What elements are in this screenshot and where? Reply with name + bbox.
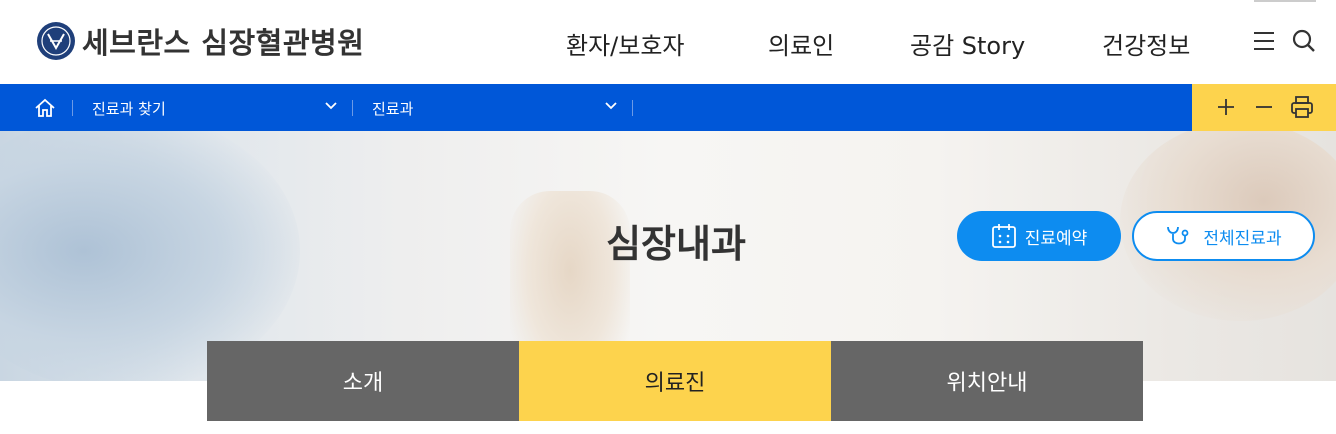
- print-icon[interactable]: [1290, 95, 1314, 119]
- reserve-button-label: 진료예약: [1024, 228, 1088, 249]
- logo-text: 세브란스 심장혈관병원: [82, 26, 365, 60]
- chevron-down-icon[interactable]: [604, 101, 618, 111]
- tab-location[interactable]: 위치안내: [831, 341, 1143, 421]
- department-tabs: 소개 의료진 위치안내: [207, 341, 1143, 421]
- page-tools: [1192, 84, 1336, 131]
- nav-medical-staff[interactable]: 의료인: [768, 26, 834, 61]
- menu-icon[interactable]: [1252, 31, 1276, 51]
- home-icon[interactable]: [34, 98, 56, 118]
- zoom-out-icon[interactable]: [1252, 95, 1276, 119]
- separator: [352, 100, 353, 116]
- nav-health-info[interactable]: 건강정보: [1102, 26, 1190, 61]
- chevron-down-icon[interactable]: [324, 101, 338, 111]
- separator: [72, 100, 73, 116]
- header-divider: [1254, 0, 1316, 2]
- separator: [632, 100, 633, 116]
- nav-patients[interactable]: 환자/보호자: [566, 26, 685, 61]
- stethoscope-icon: [1167, 226, 1189, 245]
- calendar-icon: [991, 224, 1016, 248]
- yonsei-seal-icon: [37, 22, 75, 60]
- site-header: 세브란스 심장혈관병원 환자/보호자 의료인 공감 Story 건강정보: [0, 0, 1336, 84]
- nav-story[interactable]: 공감 Story: [910, 26, 1025, 61]
- reserve-button[interactable]: 진료예약: [957, 211, 1121, 261]
- breadcrumb-department[interactable]: 진료과: [372, 98, 413, 119]
- tab-introduction[interactable]: 소개: [207, 341, 519, 421]
- zoom-in-icon[interactable]: [1214, 95, 1238, 119]
- tab-medical-staff[interactable]: 의료진: [519, 341, 831, 421]
- search-icon[interactable]: [1292, 29, 1316, 53]
- all-departments-label: 전체진료과: [1203, 228, 1282, 249]
- all-departments-button[interactable]: 전체진료과: [1132, 211, 1315, 261]
- location-bar: 진료과 찾기 진료과: [0, 84, 1336, 131]
- breadcrumb-department-finder[interactable]: 진료과 찾기: [92, 98, 166, 119]
- site-logo[interactable]: 세브란스 심장혈관병원: [36, 20, 364, 62]
